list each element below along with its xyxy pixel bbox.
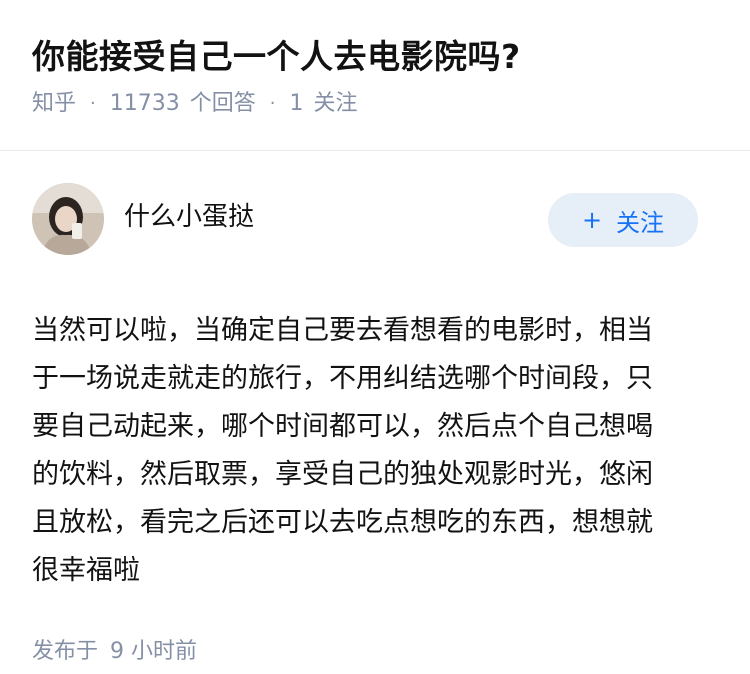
answer-count: 11733	[109, 91, 180, 116]
follow-button[interactable]: + 关注	[548, 193, 698, 247]
answer-card: 什么小蛋挞 + 关注 当然可以啦，当确定自己要去看想看的电影时，相当于一场说走就…	[0, 151, 750, 669]
answer-content[interactable]: 当然可以啦，当确定自己要去看想看的电影时，相当于一场说走就走的旅行，不用纠结选哪…	[0, 279, 686, 595]
question-header: 你能接受自己一个人去电影院吗? 知乎 · 11733 个回答 · 1 关注	[0, 0, 750, 116]
avatar-image	[32, 183, 104, 255]
separator-dot: ·	[269, 93, 276, 114]
separator-dot: ·	[90, 93, 96, 114]
published-label: 发布于	[32, 639, 99, 664]
author-row: 什么小蛋挞 + 关注	[0, 151, 750, 279]
follow-count-label: 关注	[313, 91, 358, 116]
question-meta: 知乎 · 11733 个回答 · 1 关注	[32, 86, 718, 122]
question-title[interactable]: 你能接受自己一个人去电影院吗?	[32, 34, 718, 80]
plus-icon: +	[581, 206, 603, 234]
published-time: 9 小时前	[110, 639, 198, 664]
follow-button-label: 关注	[616, 208, 665, 237]
publish-time: 发布于 9 小时前	[0, 595, 750, 669]
follow-count: 1	[289, 91, 304, 116]
source-label[interactable]: 知乎	[32, 86, 76, 122]
author-name[interactable]: 什么小蛋挞	[124, 199, 254, 235]
avatar[interactable]	[32, 183, 104, 255]
answer-count-label: 个回答	[189, 91, 256, 116]
